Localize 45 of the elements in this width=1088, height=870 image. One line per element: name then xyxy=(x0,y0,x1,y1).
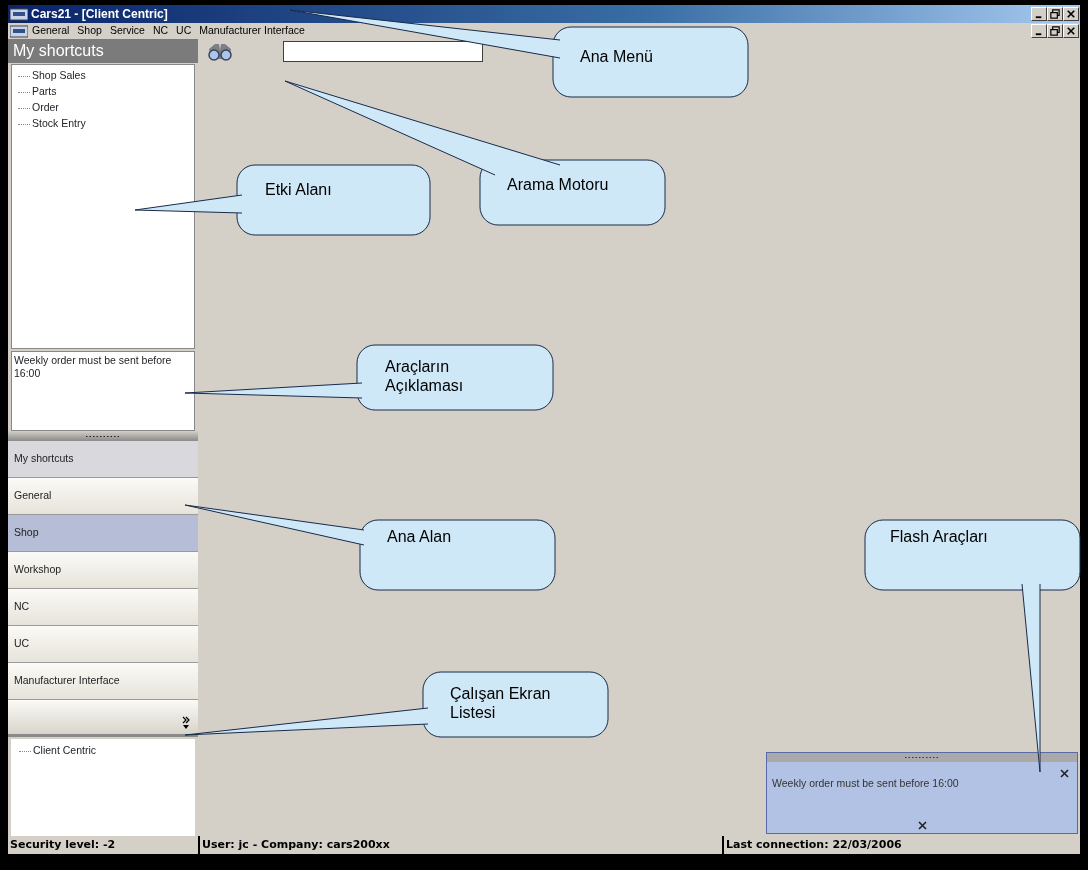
close-icon[interactable] xyxy=(1060,769,1069,778)
splitter-grip-icon[interactable] xyxy=(86,434,120,438)
status-text: User: jc - Company: cars200xx xyxy=(200,836,722,854)
restore-icon[interactable] xyxy=(1047,7,1063,21)
grip-icon[interactable] xyxy=(905,756,939,759)
callout-label: Flash Araçları xyxy=(890,527,989,547)
status-text: Last connection: 22/03/2006 xyxy=(724,836,1080,854)
menu-item[interactable]: UC xyxy=(172,23,196,39)
callout-label: Etki Alanı xyxy=(265,180,333,200)
tree-item[interactable]: Shop Sales xyxy=(32,68,86,84)
section-button[interactable]: My shortcuts xyxy=(8,441,198,478)
section-button[interactable]: UC xyxy=(8,626,198,663)
binoculars-icon[interactable] xyxy=(207,42,233,61)
close-icon[interactable] xyxy=(918,821,927,830)
callout-label: Çalışan Ekran Listesi xyxy=(450,684,552,723)
section-button[interactable]: Manufacturer Interface xyxy=(8,663,198,700)
screen-item[interactable]: Client Centric xyxy=(33,743,97,759)
menu-item[interactable]: NC xyxy=(148,23,173,39)
menu-item[interactable]: Shop xyxy=(73,23,106,39)
app-icon xyxy=(10,24,28,38)
window-title: Cars21 - [Client Centric] xyxy=(31,6,168,23)
app-icon xyxy=(10,7,28,21)
chevron-icon[interactable] xyxy=(182,716,190,730)
restore-icon[interactable] xyxy=(1047,24,1063,38)
menu-item[interactable]: Service xyxy=(105,23,149,39)
callout-label: Ana Menü xyxy=(580,47,654,67)
section-button[interactable]: NC xyxy=(8,589,198,626)
section-button[interactable]: Shop xyxy=(8,515,198,552)
menu-item[interactable]: Manufacturer Interface xyxy=(195,23,309,39)
status-text: Security level: -2 xyxy=(8,836,198,854)
minimize-icon[interactable] xyxy=(1031,7,1047,21)
callout-label: Ana Alan xyxy=(387,527,453,547)
menu-item[interactable]: General xyxy=(28,23,74,39)
panel-header: My shortcuts xyxy=(8,39,198,63)
tree-item[interactable]: Order xyxy=(32,100,59,116)
callout-label: Araçların Açıklaması xyxy=(385,357,465,396)
minimize-icon[interactable] xyxy=(1031,24,1047,38)
search-field[interactable] xyxy=(283,41,483,62)
tree-item[interactable]: Parts xyxy=(32,84,57,100)
section-button[interactable]: General xyxy=(8,478,198,515)
callout-label: Arama Motoru xyxy=(507,175,610,195)
flash-message: Weekly order must be sent before 16:00 xyxy=(772,776,960,791)
description-box: Weekly order must be sent before 16:00 xyxy=(11,351,195,431)
tree-item[interactable]: Stock Entry xyxy=(32,116,86,132)
section-button[interactable]: Workshop xyxy=(8,552,198,589)
